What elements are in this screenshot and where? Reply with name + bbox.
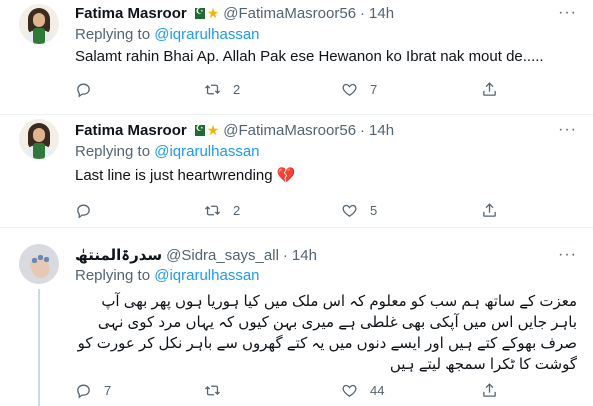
reply-icon	[77, 83, 90, 98]
share-icon	[483, 382, 496, 397]
like-icon	[342, 384, 357, 397]
mention-link[interactable]: @iqrarulhassan	[154, 143, 259, 160]
tweet[interactable]: Fatima Masroor ★ @FatimaMasroor56 · 14h …	[0, 114, 593, 228]
user-handle[interactable]: @Sidra_says_all	[166, 247, 279, 264]
display-name[interactable]: Fatima Masroor	[75, 5, 187, 22]
retweet-icon	[204, 84, 221, 94]
reply-count: 7	[104, 382, 112, 398]
share-button[interactable]	[481, 380, 498, 400]
tweet-header: Fatima Masroor ★ @FatimaMasroor56 · 14h	[75, 3, 394, 23]
more-icon[interactable]: ···	[558, 246, 577, 264]
tweet-actions: 7 44	[75, 380, 535, 400]
like-count: 5	[370, 202, 378, 218]
reply-icon	[77, 204, 90, 219]
user-handle[interactable]: @FatimaMasroor56	[223, 5, 356, 22]
user-handle[interactable]: @FatimaMasroor56	[223, 122, 356, 139]
retweet-count: 2	[233, 202, 241, 218]
timestamp[interactable]: 14h	[292, 247, 317, 264]
share-icon	[483, 202, 496, 217]
pakistan-flag-icon	[190, 6, 205, 19]
separator-dot: ·	[282, 246, 288, 264]
replying-to-label: Replying to	[75, 26, 151, 43]
tweet-header: سدرۃالمنتھٰ @Sidra_says_all · 14h	[75, 245, 317, 265]
tweet-header: Fatima Masroor ★ @FatimaMasroor56 · 14h	[75, 120, 394, 140]
like-icon	[342, 83, 357, 96]
separator-dot: ·	[360, 121, 366, 139]
like-button[interactable]: 5	[341, 200, 377, 220]
tweet-actions: 2 7	[75, 79, 535, 99]
retweet-button[interactable]: 2	[204, 200, 240, 220]
replying-to-label: Replying to	[75, 267, 151, 284]
replying-to: Replying to @iqrarulhassan	[75, 143, 260, 160]
more-icon[interactable]: ···	[558, 121, 577, 139]
star-icon: ★	[206, 121, 220, 138]
avatar[interactable]	[19, 244, 59, 284]
tweet-text: Salamt rahin Bhai Ap. Allah Pak ese Hewa…	[75, 48, 544, 65]
retweet-icon	[204, 385, 221, 395]
broken-heart-emoji: 💔	[276, 167, 296, 184]
replying-to-label: Replying to	[75, 143, 151, 160]
pakistan-flag-icon	[190, 123, 205, 136]
tweet[interactable]: Fatima Masroor ★ @FatimaMasroor56 · 14h …	[0, 0, 593, 115]
retweet-button[interactable]	[204, 380, 233, 400]
more-icon[interactable]: ···	[558, 4, 577, 22]
retweet-count: 2	[233, 81, 241, 97]
retweet-button[interactable]: 2	[204, 79, 240, 99]
separator-dot: ·	[360, 4, 366, 22]
like-button[interactable]: 7	[341, 79, 377, 99]
share-icon	[483, 81, 496, 96]
like-button[interactable]: 44	[341, 380, 384, 400]
reply-icon	[77, 384, 90, 399]
share-button[interactable]	[481, 79, 498, 99]
tweet-actions: 2 5	[75, 200, 535, 220]
reply-button[interactable]: 7	[75, 380, 111, 400]
tweet[interactable]: سدرۃالمنتھٰ @Sidra_says_all · 14h ··· Re…	[0, 227, 593, 406]
replying-to: Replying to @iqrarulhassan	[75, 267, 260, 284]
timestamp[interactable]: 14h	[369, 5, 394, 22]
like-count: 7	[370, 81, 378, 97]
display-name[interactable]: سدرۃالمنتھٰ	[75, 246, 162, 264]
star-icon: ★	[206, 4, 220, 21]
like-count: 44	[370, 382, 385, 398]
retweet-icon	[204, 205, 221, 215]
replying-to: Replying to @iqrarulhassan	[75, 26, 260, 43]
tweet-text-body: Last line is just heartwrending	[75, 167, 273, 184]
avatar[interactable]	[19, 4, 59, 44]
timestamp[interactable]: 14h	[369, 122, 394, 139]
tweet-text: Last line is just heartwrending 💔	[75, 166, 295, 184]
avatar[interactable]	[19, 119, 59, 159]
display-name[interactable]: Fatima Masroor	[75, 122, 187, 139]
reply-button[interactable]	[75, 79, 104, 99]
reply-button[interactable]	[75, 200, 104, 220]
like-icon	[342, 204, 357, 217]
tweet-text: معزت کے ساتھ ہم سب کو معلوم کہ اس ملک می…	[77, 293, 577, 373]
share-button[interactable]	[481, 200, 498, 220]
mention-link[interactable]: @iqrarulhassan	[154, 26, 259, 43]
thread-line	[38, 289, 40, 406]
mention-link[interactable]: @iqrarulhassan	[154, 267, 259, 284]
